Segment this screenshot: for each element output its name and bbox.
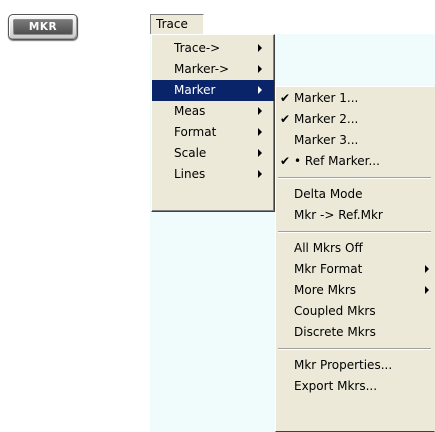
submenu-arrow-icon bbox=[258, 170, 262, 178]
marker-submenu: ✔ Marker 1... ✔ Marker 2... Marker 3... … bbox=[275, 86, 435, 432]
trace-menu-item-lines[interactable]: Lines bbox=[152, 164, 274, 185]
menu-item-label: Marker bbox=[174, 83, 216, 97]
marker-menu-item-coupled-mkrs[interactable]: Coupled Mkrs bbox=[276, 301, 434, 322]
mkr-hardkey-label: MKR bbox=[13, 19, 73, 35]
menu-item-label: Marker 3... bbox=[294, 133, 359, 147]
menu-item-label: Scale bbox=[174, 146, 207, 160]
trace-menu-item-scale[interactable]: Scale bbox=[152, 143, 274, 164]
submenu-arrow-icon bbox=[258, 44, 262, 52]
marker-menu-item-all-mkrs-off[interactable]: All Mkrs Off bbox=[276, 238, 434, 259]
trace-menu-item-marker[interactable]: Marker bbox=[152, 80, 274, 101]
menu-item-label: Lines bbox=[174, 167, 206, 181]
menu-item-label: Mkr -> Ref.Mkr bbox=[294, 208, 383, 222]
menu-item-label: • Ref Marker... bbox=[294, 154, 380, 168]
marker-menu-item-delta-mode[interactable]: Delta Mode bbox=[276, 184, 434, 205]
mkr-hardkey-button[interactable]: MKR bbox=[8, 14, 78, 40]
marker-menu-item-ref-marker[interactable]: ✔ • Ref Marker... bbox=[276, 151, 434, 172]
menu-separator bbox=[276, 172, 434, 184]
menu-item-label: Export Mkrs... bbox=[294, 379, 378, 393]
menu-item-label: Coupled Mkrs bbox=[294, 304, 376, 318]
menu-item-label: All Mkrs Off bbox=[294, 241, 363, 255]
menu-item-label: Format bbox=[174, 125, 217, 139]
menu-item-label: Marker-> bbox=[174, 62, 230, 76]
trace-menu-item-marker-nav[interactable]: Marker-> bbox=[152, 59, 274, 80]
menu-item-label: Trace-> bbox=[174, 41, 221, 55]
menu-item-label: Discrete Mkrs bbox=[294, 325, 376, 339]
checkmark-icon: ✔ bbox=[280, 154, 291, 168]
marker-menu-item-mkr-format[interactable]: Mkr Format bbox=[276, 259, 434, 280]
trace-menu-item-trace[interactable]: Trace-> bbox=[152, 38, 274, 59]
menu-item-label: Marker 2... bbox=[294, 112, 359, 126]
trace-menu-item-format[interactable]: Format bbox=[152, 122, 274, 143]
menu-item-label: Meas bbox=[174, 104, 206, 118]
submenu-arrow-icon bbox=[425, 265, 429, 273]
menu-item-label: Marker 1... bbox=[294, 91, 359, 105]
marker-menu-item-export-mkrs[interactable]: Export Mkrs... bbox=[276, 376, 434, 397]
trace-menu-item-meas[interactable]: Meas bbox=[152, 101, 274, 122]
menu-item-label: Mkr Properties... bbox=[294, 358, 393, 372]
marker-menu-item-mkr-to-ref-mkr[interactable]: Mkr -> Ref.Mkr bbox=[276, 205, 434, 226]
menu-separator bbox=[276, 343, 434, 355]
menubar-trace[interactable]: Trace bbox=[150, 14, 204, 34]
menu-item-label: Delta Mode bbox=[294, 187, 363, 201]
checkmark-icon: ✔ bbox=[280, 91, 291, 105]
submenu-arrow-icon bbox=[258, 65, 262, 73]
menu-item-label: Mkr Format bbox=[294, 262, 363, 276]
menu-separator bbox=[276, 226, 434, 238]
trace-menu: Trace-> Marker-> Marker Meas Format Scal… bbox=[151, 34, 275, 212]
submenu-arrow-icon bbox=[258, 149, 262, 157]
checkmark-icon: ✔ bbox=[280, 112, 291, 126]
submenu-arrow-icon bbox=[258, 128, 262, 136]
marker-menu-item-mkr-properties[interactable]: Mkr Properties... bbox=[276, 355, 434, 376]
submenu-arrow-icon bbox=[258, 86, 262, 94]
marker-menu-item-marker-2[interactable]: ✔ Marker 2... bbox=[276, 109, 434, 130]
marker-menu-item-more-mkrs[interactable]: More Mkrs bbox=[276, 280, 434, 301]
submenu-arrow-icon bbox=[258, 107, 262, 115]
marker-menu-item-discrete-mkrs[interactable]: Discrete Mkrs bbox=[276, 322, 434, 343]
menu-item-label: More Mkrs bbox=[294, 283, 357, 297]
marker-menu-item-marker-1[interactable]: ✔ Marker 1... bbox=[276, 88, 434, 109]
submenu-arrow-icon bbox=[425, 286, 429, 294]
marker-menu-item-marker-3[interactable]: Marker 3... bbox=[276, 130, 434, 151]
